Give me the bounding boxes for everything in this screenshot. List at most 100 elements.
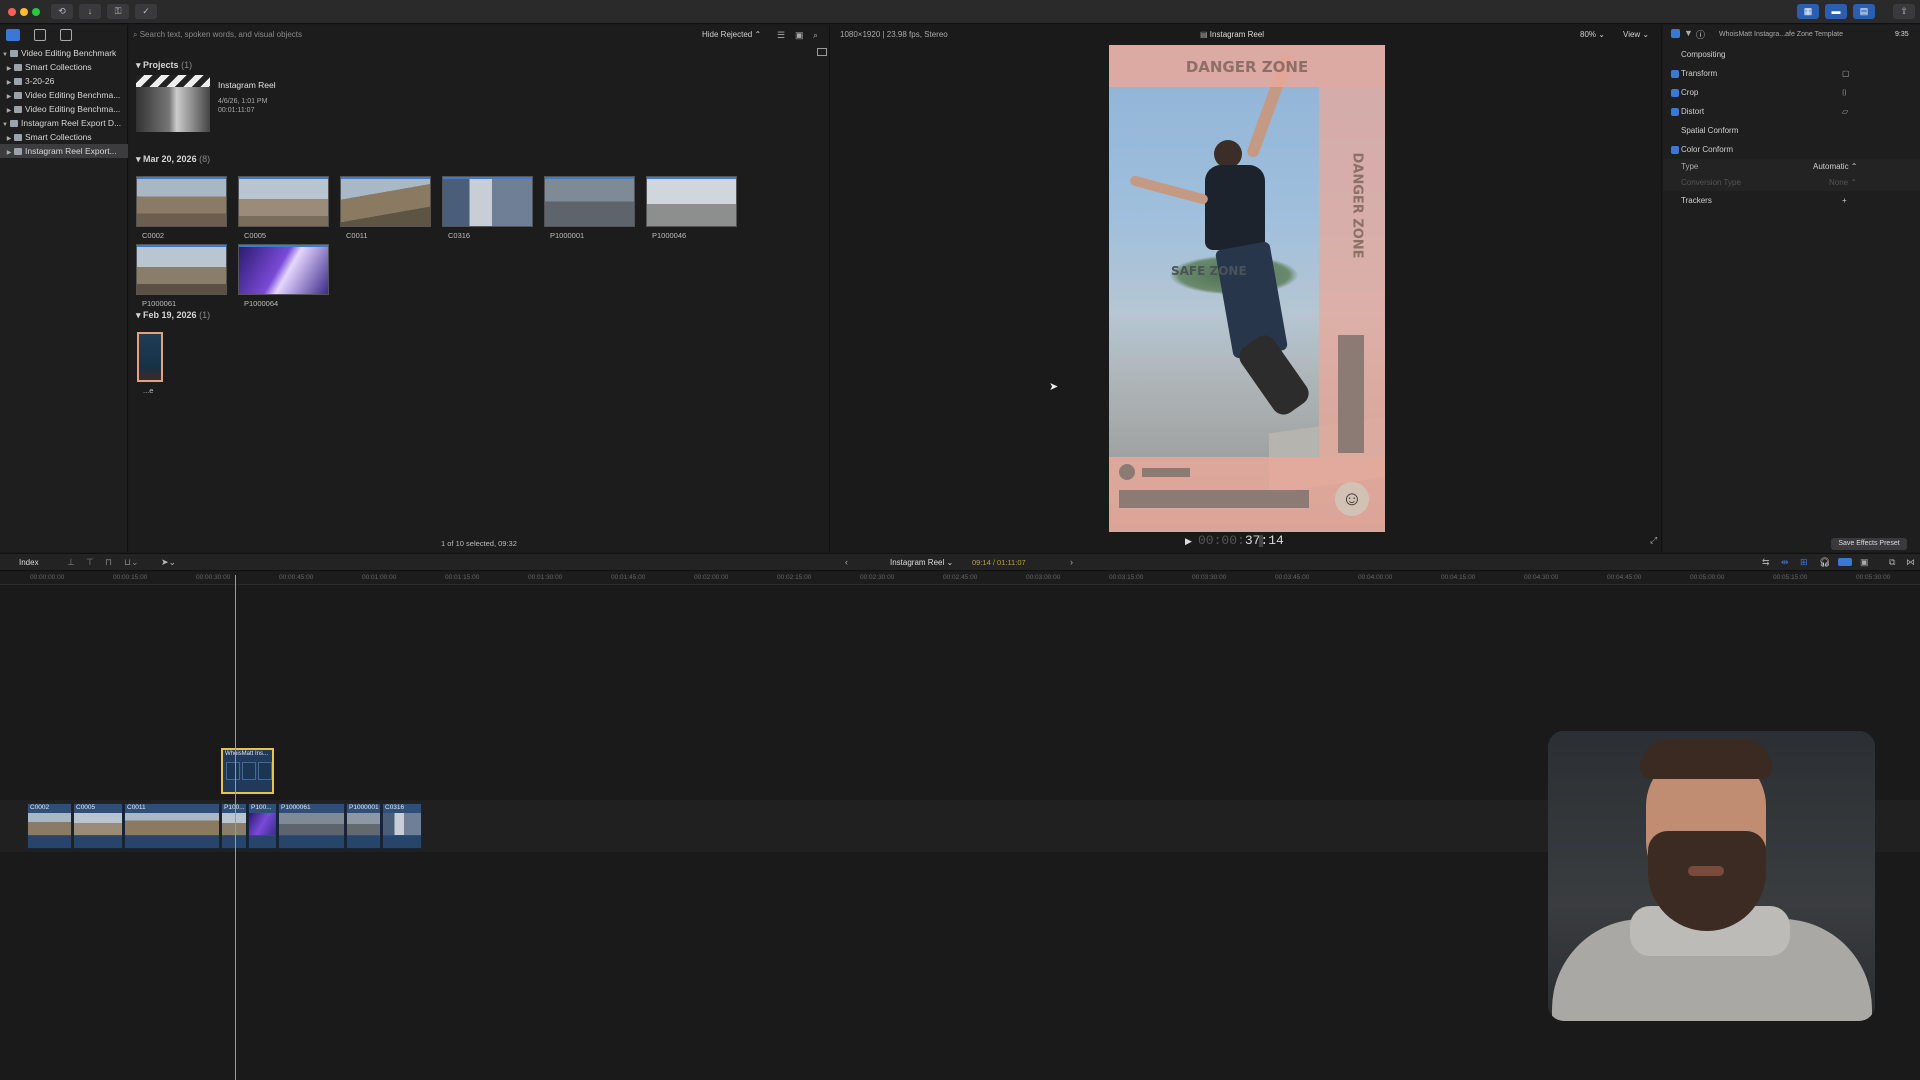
add-tracker-button[interactable]: + <box>1842 193 1847 209</box>
disclosure-open-icon[interactable]: ▼ <box>0 118 10 130</box>
close-window-button[interactable] <box>8 8 16 16</box>
disclosure-closed-icon[interactable]: ▶ <box>4 76 14 88</box>
clip-thumbnail[interactable] <box>136 176 227 227</box>
disclosure-closed-icon[interactable]: ▶ <box>4 104 14 116</box>
play-button[interactable]: ▶ <box>1185 536 1192 547</box>
disclosure-closed-icon[interactable]: ▶ <box>4 90 14 102</box>
clip-appearance-icon[interactable]: ▣ <box>795 30 804 41</box>
playhead[interactable] <box>235 575 236 1080</box>
checkmark-icon[interactable]: ✓ <box>135 4 157 19</box>
select-tool-icon[interactable]: ➤⌄ <box>161 557 176 568</box>
timeline-clip[interactable]: P100... <box>221 803 247 849</box>
timeline-project-dropdown[interactable]: Instagram Reel ⌄ <box>890 558 953 567</box>
distort-section[interactable]: Distort ▱ <box>1663 104 1920 120</box>
clip-thumbnail[interactable] <box>238 176 329 227</box>
minimize-window-button[interactable] <box>20 8 28 16</box>
connected-title-clip[interactable]: WhoisMatt Ins... <box>221 748 274 794</box>
disclosure-open-icon[interactable]: ▼ <box>0 48 10 60</box>
layout-browser-icon[interactable]: ▦ <box>1797 4 1819 19</box>
snapping-icon[interactable]: ⊞ <box>1800 557 1808 568</box>
distort-checkbox[interactable] <box>1671 108 1679 116</box>
library-item[interactable]: ▼ Instagram Reel Export D... <box>0 116 128 130</box>
clip-thumbnail[interactable] <box>238 244 329 295</box>
projects-header[interactable]: ▾ Projects (1) <box>136 60 192 71</box>
disclosure-closed-icon[interactable]: ▶ <box>4 62 14 74</box>
transform-onscreen-icon[interactable]: ▢ <box>1842 66 1850 82</box>
video-inspector-icon[interactable] <box>1671 29 1680 38</box>
crop-section[interactable]: Crop ⌷ <box>1663 85 1920 101</box>
hide-rejected-dropdown[interactable]: Hide Rejected ⌃ <box>702 30 761 39</box>
library-item[interactable]: ▶ Video Editing Benchma... <box>0 88 128 102</box>
view-menu[interactable]: View ⌄ <box>1623 30 1649 39</box>
keyword-icon[interactable]: ⚿ <box>107 4 129 19</box>
zoom-window-button[interactable] <box>32 8 40 16</box>
save-effects-preset-button[interactable]: Save Effects Preset <box>1831 538 1907 550</box>
timeline-index-button[interactable]: Index <box>19 558 39 567</box>
timeline-clip[interactable]: C0002 <box>27 803 72 849</box>
color-conform-section[interactable]: Color Conform <box>1663 142 1920 158</box>
transform-checkbox[interactable] <box>1671 70 1679 78</box>
list-view-icon[interactable]: ☰ <box>777 30 785 41</box>
filter-icon[interactable]: ▼ <box>1684 28 1693 38</box>
library-item[interactable]: ▶ Smart Collections <box>0 60 128 74</box>
libraries-icon[interactable] <box>6 29 20 41</box>
clip-thumbnail[interactable] <box>544 176 635 227</box>
filmstrip-toggle-icon[interactable] <box>817 48 827 56</box>
transitions-browser-icon[interactable]: ⧉ <box>1889 557 1895 568</box>
layout-timeline-icon[interactable]: ▬ <box>1825 4 1847 19</box>
timeline-clip[interactable]: P100... <box>248 803 277 849</box>
transform-section[interactable]: Transform ▢ <box>1663 66 1920 82</box>
clip-thumbnail[interactable] <box>646 176 737 227</box>
conversion-type-dropdown[interactable]: None ⌃ <box>1829 175 1857 191</box>
clip-thumbnail[interactable] <box>442 176 533 227</box>
crop-onscreen-icon[interactable]: ⌷ <box>1842 85 1847 101</box>
clip-thumbnail[interactable] <box>137 332 163 382</box>
import-icon[interactable]: ↓ <box>79 4 101 19</box>
event-group-header[interactable]: ▾ Feb 19, 2026 (1) <box>136 310 210 321</box>
search-input[interactable]: ⌕ Search text, spoken words, and visual … <box>133 29 373 41</box>
distort-onscreen-icon[interactable]: ▱ <box>1842 104 1848 120</box>
photos-audio-icon[interactable] <box>34 29 46 41</box>
titles-generators-icon[interactable] <box>60 29 72 41</box>
disclosure-closed-icon[interactable]: ▶ <box>4 132 14 144</box>
color-conform-checkbox[interactable] <box>1671 146 1679 154</box>
library-item[interactable]: ▶ Instagram Reel Export... <box>0 144 128 158</box>
timeline-clip[interactable]: C0005 <box>73 803 123 849</box>
share-icon[interactable]: ⇧ <box>1893 4 1915 19</box>
timecode-display[interactable]: 00:00:37:14 <box>1198 533 1284 548</box>
effects-browser-icon[interactable]: ▣ <box>1860 557 1869 568</box>
disclosure-closed-icon[interactable]: ▶ <box>4 146 14 158</box>
clip-appearance-icon[interactable]: ⇆ <box>1762 557 1770 568</box>
crop-checkbox[interactable] <box>1671 89 1679 97</box>
library-item[interactable]: ▼ Video Editing Benchmark <box>0 46 128 60</box>
library-item[interactable]: ▶ Video Editing Benchma... <box>0 102 128 116</box>
layout-inspector-icon[interactable]: ▤ <box>1853 4 1875 19</box>
timeline-clip[interactable]: C0316 <box>382 803 422 849</box>
fullscreen-icon[interactable]: ⤢ <box>1650 535 1657 546</box>
insert-clip-icon[interactable]: ⊤ <box>86 557 94 568</box>
append-clip-icon[interactable]: ⊓ <box>105 557 112 568</box>
audio-skimming-icon[interactable]: 🎧︎ <box>1819 557 1830 568</box>
trackers-section[interactable]: Trackers + <box>1663 193 1920 209</box>
event-group-header[interactable]: ▾ Mar 20, 2026 (8) <box>136 154 210 165</box>
clip-thumbnail[interactable] <box>136 244 227 295</box>
connect-clip-icon[interactable]: ⊥ <box>67 557 75 568</box>
forward-arrow-icon[interactable]: › <box>1070 557 1073 567</box>
back-arrow-icon[interactable]: ‹ <box>845 557 848 567</box>
overwrite-clip-icon[interactable]: ⊔⌄ <box>124 557 139 568</box>
background-tasks-icon[interactable]: ⟲ <box>51 4 73 19</box>
timeline-close-icon[interactable]: ⋈ <box>1906 557 1915 568</box>
type-dropdown[interactable]: Automatic ⌃ <box>1813 159 1858 175</box>
timeline-ruler[interactable]: 00:00:00:00 00:00:15:00 00:00:30:00 00:00:4… <box>0 572 1920 585</box>
timeline-clip[interactable]: P1000061 <box>278 803 345 849</box>
clip-thumbnail[interactable] <box>340 176 431 227</box>
info-icon[interactable]: ⓘ <box>1696 28 1705 41</box>
library-item[interactable]: ▶ 3-20-26 <box>0 74 128 88</box>
skimming-icon[interactable]: ⇹ <box>1781 557 1789 568</box>
compositing-section[interactable]: Compositing <box>1663 47 1920 63</box>
project-thumbnail[interactable] <box>136 75 210 132</box>
spatial-conform-section[interactable]: Spatial Conform <box>1663 123 1920 139</box>
timeline-clip[interactable]: C0011 <box>124 803 220 849</box>
library-item[interactable]: ▶ Smart Collections <box>0 130 128 144</box>
solo-icon[interactable] <box>1838 558 1852 566</box>
